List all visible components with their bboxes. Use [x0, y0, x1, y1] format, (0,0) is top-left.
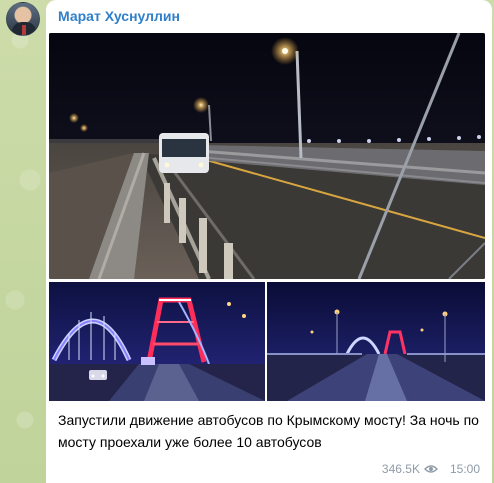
photo-bus-on-bridge[interactable] [49, 33, 485, 279]
photo-arch-left[interactable] [49, 282, 265, 401]
post-caption: Запустили движение автобусов по Крымском… [58, 412, 479, 450]
view-count: 346.5K [381, 462, 420, 476]
message-bubble: Марат Хуснуллин Запустили движение автоб… [46, 0, 492, 483]
photo-arch-far[interactable] [267, 282, 485, 401]
post-meta: 346.5K 15:00 [382, 462, 480, 476]
author-name[interactable]: Марат Хуснуллин [58, 8, 180, 24]
post-time: 15:00 [449, 462, 480, 476]
avatar-tie [22, 25, 26, 35]
photo-arch-left-image [49, 282, 265, 401]
photo-arch-far-image [267, 282, 485, 401]
eye-icon [423, 465, 438, 473]
author-avatar[interactable] [6, 2, 40, 36]
photo-bus-image [49, 33, 485, 279]
